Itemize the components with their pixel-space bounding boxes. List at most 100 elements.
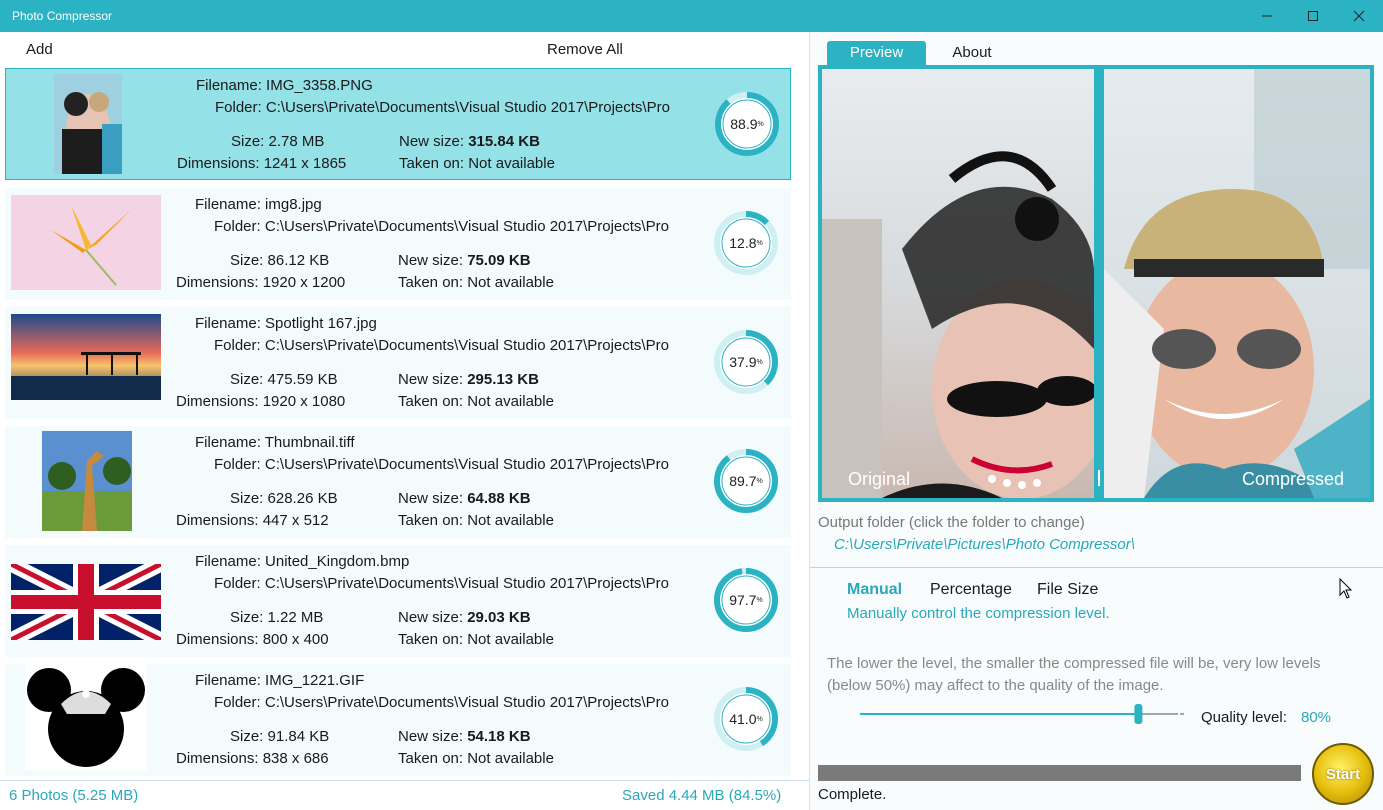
photo-thumbnail xyxy=(11,564,161,640)
compressed-label: Compressed xyxy=(1242,469,1345,489)
progress-status: Complete. xyxy=(818,786,887,803)
maximize-icon[interactable] xyxy=(1290,0,1336,32)
photo-count: 6 Photos (5.25 MB) xyxy=(9,787,139,804)
mode-manual-tab[interactable]: Manual xyxy=(847,581,902,599)
compression-ratio-ring: 12.8% xyxy=(713,210,779,276)
folder-value: C:\Users\Private\Documents\Visual Studio… xyxy=(265,99,670,116)
size-label: Size: xyxy=(230,609,264,626)
compression-ratio-ring: 41.0% xyxy=(713,686,779,752)
dimensions-label: Dimensions: xyxy=(177,155,260,172)
compression-ratio-ring: 37.9% xyxy=(713,329,779,395)
dimensions-value: 447 x 512 xyxy=(262,512,329,529)
taken-on-value: Not available xyxy=(467,274,554,291)
photo-list-item[interactable]: Filename: img8.jpg Folder: C:\Users\Priv… xyxy=(5,188,791,300)
status-bar: 6 Photos (5.25 MB) Saved 4.44 MB (84.5%) xyxy=(0,780,810,810)
taken-on-value: Not available xyxy=(467,631,554,648)
taken-on-value: Not available xyxy=(468,155,555,172)
percent-symbol: % xyxy=(756,477,763,485)
photo-list-item[interactable]: Filename: Spotlight 167.jpg Folder: C:\U… xyxy=(5,307,791,419)
new-size-label: New size: xyxy=(398,728,464,745)
new-size-label: New size: xyxy=(399,133,465,150)
folder-label: Folder: xyxy=(214,694,261,711)
tab-about[interactable]: About xyxy=(937,41,1007,65)
tab-preview[interactable]: Preview xyxy=(827,41,926,65)
close-icon[interactable] xyxy=(1336,0,1382,32)
new-size-label: New size: xyxy=(398,371,464,388)
dimensions-value: 838 x 686 xyxy=(262,750,329,767)
size-label: Size: xyxy=(230,490,264,507)
original-label: Original xyxy=(848,469,911,489)
photo-list-item[interactable]: Filename: United_Kingdom.bmp Folder: C:\… xyxy=(5,545,791,657)
add-button[interactable]: Add xyxy=(26,41,53,58)
filename-label: Filename: xyxy=(195,315,261,332)
dimensions-label: Dimensions: xyxy=(176,393,259,410)
new-size-value: 64.88 KB xyxy=(467,490,531,507)
compare-split-handle[interactable] xyxy=(1094,65,1104,502)
taken-on-label: Taken on: xyxy=(398,393,464,410)
new-size-label: New size: xyxy=(398,609,464,626)
preview-compare[interactable]: Original Compressed xyxy=(818,65,1374,502)
compression-ratio-value: 12.8 xyxy=(729,235,757,251)
filename-value: IMG_3358.PNG xyxy=(266,77,373,94)
quality-level-value: 80% xyxy=(1301,709,1332,726)
photo-thumbnail xyxy=(11,314,161,400)
compression-ratio-ring: 89.7% xyxy=(713,448,779,514)
compression-ratio-value: 88.9 xyxy=(730,116,758,132)
quality-level-label: Quality level: xyxy=(1201,709,1287,726)
output-folder-label: Output folder (click the folder to chang… xyxy=(818,514,1085,531)
new-size-value: 295.13 KB xyxy=(467,371,539,388)
section-divider xyxy=(810,567,1383,568)
start-button[interactable]: Start xyxy=(1312,743,1374,805)
photo-thumbnail xyxy=(54,74,122,174)
folder-label: Folder: xyxy=(215,99,262,116)
compression-ratio-ring: 88.9% xyxy=(714,91,780,157)
taken-on-value: Not available xyxy=(467,512,554,529)
dimensions-value: 1920 x 1080 xyxy=(262,393,346,410)
size-value: 86.12 KB xyxy=(267,252,330,269)
list-toolbar: Add Remove All xyxy=(0,32,810,66)
dimensions-label: Dimensions: xyxy=(176,631,259,648)
new-size-label: New size: xyxy=(398,252,464,269)
settings-pane: Preview About Original Compressed Output… xyxy=(810,32,1383,810)
quality-slider-thumb xyxy=(1134,704,1143,724)
compression-ratio-value: 97.7 xyxy=(729,592,757,608)
original-preview-image: Original xyxy=(822,69,1094,498)
minimize-icon[interactable] xyxy=(1244,0,1290,32)
saved-summary: Saved 4.44 MB (84.5%) xyxy=(622,787,782,804)
filename-value: Thumbnail.tiff xyxy=(264,434,355,451)
folder-label: Folder: xyxy=(214,337,261,354)
taken-on-label: Taken on: xyxy=(398,631,464,648)
folder-value: C:\Users\Private\Documents\Visual Studio… xyxy=(264,456,669,473)
dimensions-label: Dimensions: xyxy=(176,512,259,529)
taken-on-label: Taken on: xyxy=(398,274,464,291)
dimensions-value: 800 x 400 xyxy=(262,631,329,648)
percent-symbol: % xyxy=(756,239,763,247)
percent-symbol: % xyxy=(757,120,764,128)
new-size-value: 75.09 KB xyxy=(467,252,531,269)
filename-label: Filename: xyxy=(196,77,262,94)
dimensions-value: 1241 x 1865 xyxy=(263,155,347,172)
quality-slider[interactable] xyxy=(858,702,1186,726)
compressed-preview-image: Compressed xyxy=(1104,69,1370,498)
taken-on-label: Taken on: xyxy=(398,512,464,529)
new-size-value: 29.03 KB xyxy=(467,609,531,626)
output-folder-path[interactable]: C:\Users\Private\Pictures\Photo Compress… xyxy=(834,536,1135,553)
size-value: 1.22 MB xyxy=(267,609,324,626)
photo-list-item[interactable]: Filename: IMG_1221.GIF Folder: C:\Users\… xyxy=(5,664,791,776)
photo-list-item[interactable]: Filename: Thumbnail.tiff Folder: C:\User… xyxy=(5,426,791,538)
taken-on-value: Not available xyxy=(467,750,554,767)
compression-ratio-value: 37.9 xyxy=(729,354,757,370)
mode-percentage-tab[interactable]: Percentage xyxy=(930,581,1012,599)
size-label: Size: xyxy=(230,728,264,745)
size-label: Size: xyxy=(230,371,264,388)
mode-file-size-tab[interactable]: File Size xyxy=(1037,581,1098,599)
dimensions-value: 1920 x 1200 xyxy=(262,274,346,291)
remove-all-button[interactable]: Remove All xyxy=(547,41,623,58)
folder-value: C:\Users\Private\Documents\Visual Studio… xyxy=(264,694,669,711)
photo-list-item[interactable]: Filename: IMG_3358.PNG Folder: C:\Users\… xyxy=(5,68,791,180)
compression-ratio-ring: 97.7% xyxy=(713,567,779,633)
filename-value: United_Kingdom.bmp xyxy=(265,553,410,570)
dimensions-label: Dimensions: xyxy=(176,750,259,767)
photo-list[interactable]: Filename: IMG_3358.PNG Folder: C:\Users\… xyxy=(0,66,810,780)
percent-symbol: % xyxy=(756,715,763,723)
